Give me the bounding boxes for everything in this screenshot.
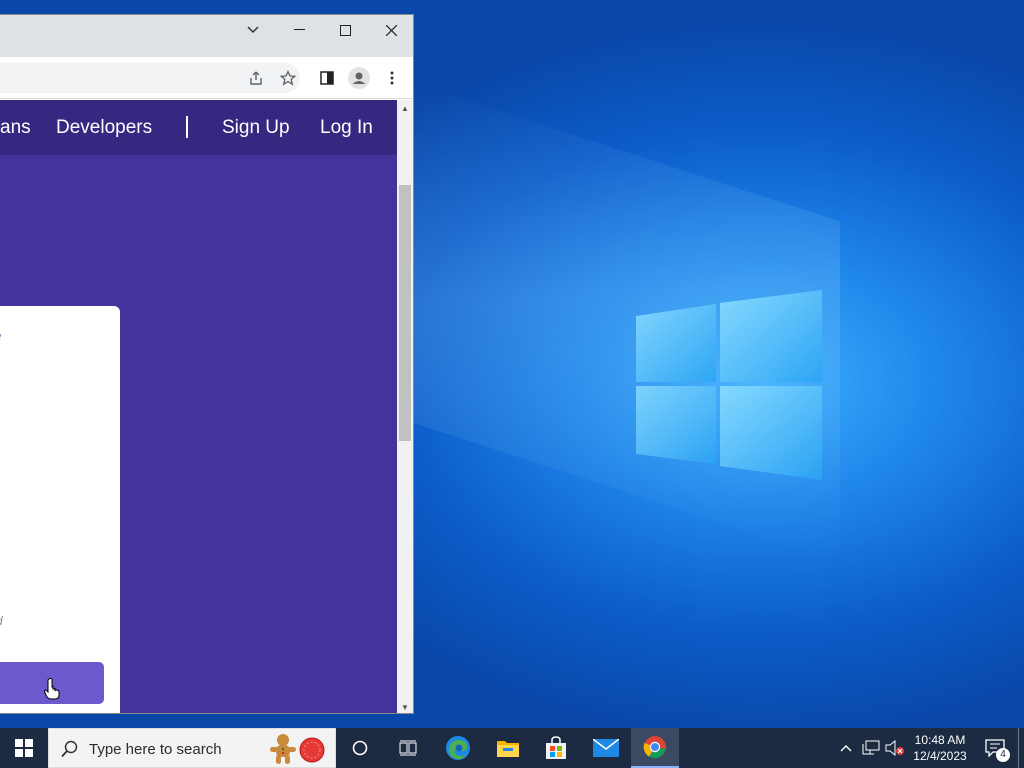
title-bar[interactable]: [0, 15, 413, 57]
side-panel-icon[interactable]: [316, 67, 338, 89]
page-scrollbar[interactable]: ▲ ▼: [397, 100, 413, 713]
search-icon: [61, 740, 78, 758]
taskbar-search-box[interactable]: Type here to search: [48, 728, 336, 768]
chevron-down-icon: [247, 26, 259, 34]
cortana-button[interactable]: [336, 728, 384, 768]
edge-taskbar-button[interactable]: [434, 728, 482, 768]
more-icon[interactable]: [381, 67, 403, 89]
search-placeholder: Type here to search: [89, 741, 222, 758]
close-icon: [385, 24, 397, 36]
star-icon[interactable]: [277, 67, 299, 89]
nav-link-sign-up[interactable]: Sign Up: [222, 117, 290, 139]
clock-date: 12/4/2023: [913, 749, 967, 763]
mail-icon: [593, 739, 619, 757]
cortana-icon: [352, 740, 368, 756]
taskbar-clock[interactable]: 10:48 AM 12/4/2023: [906, 732, 974, 764]
card-heading: e: [0, 326, 1, 346]
notification-count-badge: 4: [996, 748, 1010, 762]
mail-taskbar-button[interactable]: [582, 728, 630, 768]
network-icon: [862, 740, 880, 755]
task-view-icon: [399, 740, 417, 756]
windows-start-icon: [15, 739, 33, 757]
network-button[interactable]: [860, 728, 882, 768]
tab-search-button[interactable]: [230, 15, 276, 45]
windows-logo: [636, 290, 822, 480]
action-center-button[interactable]: 4: [980, 728, 1010, 768]
hand-cursor-icon: [44, 678, 60, 700]
show-desktop-button[interactable]: [1018, 728, 1024, 768]
volume-button[interactable]: [884, 728, 906, 768]
store-icon: [546, 736, 566, 759]
file-explorer-icon: [497, 741, 519, 757]
chrome-icon: [643, 736, 666, 759]
nav-link-plans[interactable]: ans: [0, 117, 31, 139]
card-note: load: [0, 614, 3, 628]
page-viewport: ans Developers Sign Up Log In e load: [0, 100, 397, 713]
nav-link-developers[interactable]: Developers: [56, 117, 152, 139]
store-taskbar-button[interactable]: [532, 728, 580, 768]
clock-time: 10:48 AM: [914, 733, 966, 747]
scroll-up-arrow[interactable]: ▲: [400, 103, 410, 113]
ornament-icon: [299, 737, 325, 763]
minimize-button[interactable]: [276, 15, 322, 45]
content-card: e load: [0, 306, 120, 713]
maximize-icon: [339, 24, 351, 36]
maximize-button[interactable]: [322, 15, 368, 45]
profile-icon[interactable]: [348, 67, 370, 89]
browser-toolbar: [0, 57, 413, 99]
volume-muted-icon: [885, 740, 904, 756]
nav-link-log-in[interactable]: Log In: [320, 117, 373, 139]
gingerbread-icon: [270, 734, 296, 764]
show-hidden-icons-button[interactable]: [836, 728, 856, 768]
file-explorer-taskbar-button[interactable]: [484, 728, 532, 768]
edge-icon: [446, 736, 470, 760]
start-button[interactable]: [0, 728, 48, 768]
chrome-window: ans Developers Sign Up Log In e load ▲ ▼: [0, 14, 414, 714]
share-icon[interactable]: [245, 67, 267, 89]
site-navbar: ans Developers Sign Up Log In: [0, 100, 397, 155]
scroll-down-arrow[interactable]: ▼: [400, 702, 410, 712]
chrome-taskbar-button[interactable]: [631, 728, 679, 768]
nav-separator: [186, 116, 188, 138]
minimize-icon: [293, 29, 305, 30]
scroll-thumb[interactable]: [399, 185, 411, 441]
close-button[interactable]: [368, 15, 413, 45]
taskbar: Type here to search 10:48 AM 12/4/2023 4: [0, 728, 1024, 768]
task-view-button[interactable]: [384, 728, 432, 768]
chevron-up-icon: [840, 745, 852, 752]
